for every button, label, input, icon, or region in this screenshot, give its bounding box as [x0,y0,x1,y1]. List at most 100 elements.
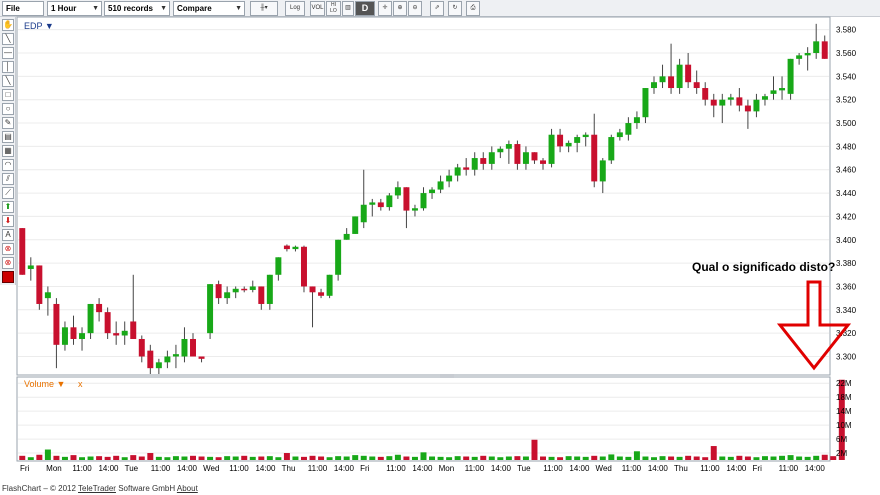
volume-bar [505,456,512,460]
time-tick-label: Fri [360,464,370,473]
candle-body [232,288,239,293]
volume-bar [753,457,760,460]
time-tick-label: 14:00 [98,464,119,473]
volume-bar [377,456,384,460]
candle-body [787,58,794,94]
time-tick-label: 11:00 [151,464,171,473]
volume-label[interactable]: Volume ▼ [24,379,65,389]
volume-bar [147,453,154,460]
candle-body [420,193,427,209]
candle-body [779,88,786,91]
teletrader-link[interactable]: TeleTrader [78,484,116,493]
volume-bar [488,456,495,460]
candle-body [488,152,495,164]
time-tick-label: 11:00 [386,464,406,473]
volume-bar [761,456,768,460]
candle-body [369,202,376,205]
candle-body [770,90,777,94]
volume-bar [87,456,94,460]
candle-body [386,195,393,208]
candle-body [147,350,154,369]
volume-bar [249,456,256,460]
volume-bar [659,456,666,460]
candle-body [138,338,145,357]
candle-body [736,97,743,106]
candle-body [668,76,675,89]
candle-body [241,288,248,291]
candle-body [659,76,666,83]
candle-body [96,303,103,313]
candle-body [283,245,290,250]
candle-body [744,105,751,112]
candle-body [685,64,692,83]
candle-body [463,167,470,170]
volume-bar [446,457,453,460]
candle-body [207,284,214,334]
volume-bar [429,456,436,460]
time-tick-label: Wed [203,464,219,473]
volume-bar [821,454,828,460]
candle-body [454,167,461,176]
volume-bar [813,455,820,460]
time-tick-label: 11:00 [308,464,328,473]
time-tick-label: 11:00 [779,464,799,473]
candle-body [761,96,768,100]
candle-body [753,99,760,112]
candle-body [79,333,86,339]
candle-body [394,187,401,196]
volume-bar [181,456,188,460]
candle-body [318,292,325,296]
candle-body [19,228,26,275]
volume-bar [79,457,86,460]
time-tick-label: Thu [282,464,296,473]
volume-tick-label: 18M [836,393,852,402]
candle-body [582,134,589,138]
volume-bar [258,456,265,460]
volume-bar [574,456,581,460]
candle-body [292,246,299,250]
volume-bar [463,456,470,460]
candle-body [813,41,820,54]
panel-resize-handle[interactable] [440,374,454,378]
candle-body [104,312,111,334]
volume-bar [796,456,803,460]
time-tick-label: 14:00 [412,464,433,473]
candle-body [215,284,222,299]
volume-bar [727,456,734,460]
volume-bar [121,457,128,460]
price-tick-label: 3.540 [836,72,857,81]
time-tick-label: Fri [20,464,30,473]
volume-panel-frame [16,376,831,462]
candle-body [719,99,726,106]
candle-body [300,246,307,287]
candle-body [352,216,359,234]
price-axis: 3.580 3.560 3.540 3.520 3.500 3.480 3.460 3.440… [836,26,857,362]
volume-bar [326,457,333,460]
volume-bar [787,455,794,460]
volume-bar [702,457,709,460]
candle-body [710,99,717,106]
volume-bar [531,439,538,460]
volume-bar [514,456,521,460]
volume-bar [480,455,487,460]
volume-bar [454,456,461,460]
candle-body [608,137,615,161]
candle-body [44,292,51,299]
volume-tick-label: 22M [836,379,852,388]
volume-bar [130,455,137,460]
volume-close-button[interactable]: x [78,379,83,389]
volume-bar [642,456,649,460]
time-tick-label: 14:00 [177,464,198,473]
volume-bar [616,456,623,460]
time-tick-label: Mon [439,464,455,473]
symbol-label[interactable]: EDP ▼ [24,21,54,31]
about-link[interactable]: About [177,484,198,493]
price-tick-label: 3.420 [836,212,857,221]
volume-bar [420,452,427,460]
time-tick-label: Tue [125,464,139,473]
volume-bar [557,457,564,460]
volume-bar [540,456,547,460]
candle-body [480,158,487,164]
candle-body [121,330,128,336]
candle-body [61,327,68,345]
